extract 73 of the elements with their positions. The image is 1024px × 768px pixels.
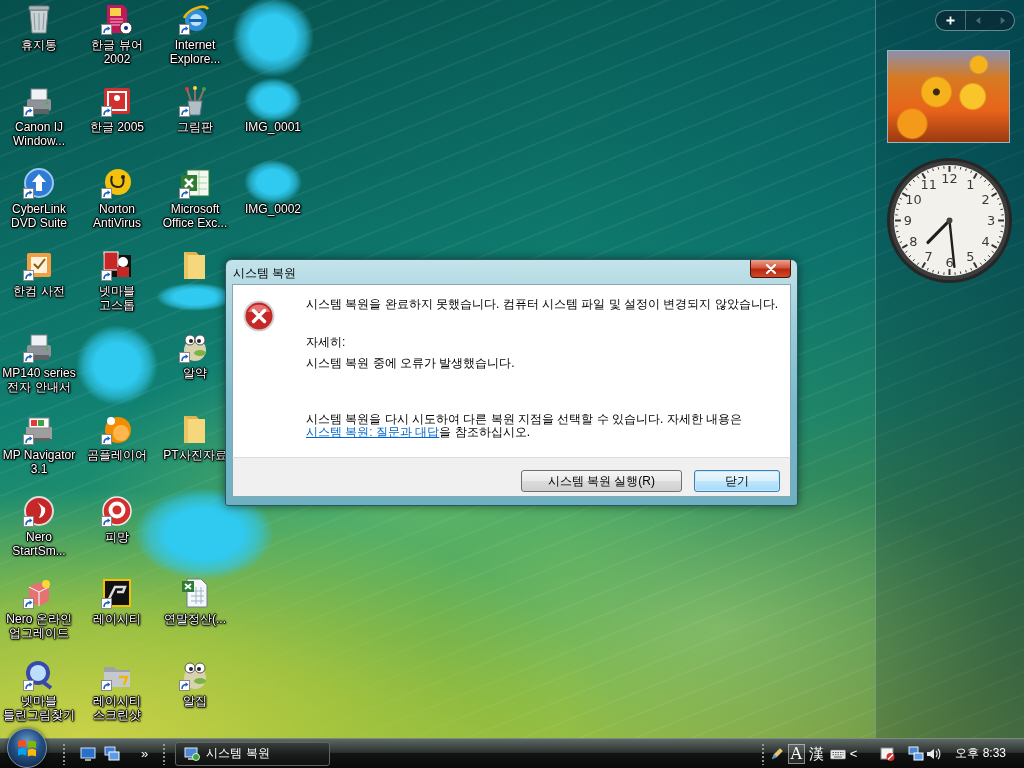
monitor-icon[interactable] bbox=[80, 745, 96, 762]
desktop-icon-label: IMG_0002 bbox=[244, 202, 301, 216]
start-button[interactable] bbox=[7, 728, 47, 768]
help-link[interactable]: 시스템 복원: 질문과 대답 bbox=[306, 425, 440, 439]
clock-numeral: 11 bbox=[920, 176, 937, 192]
left-triangle-icon bbox=[973, 16, 983, 25]
desktop-icon-label: 알약 bbox=[183, 366, 207, 380]
desktop-icon-label: 한글 뷰어 2002 bbox=[90, 38, 144, 66]
desktop-icon-label: 피망 bbox=[105, 530, 129, 544]
clock-numeral: 2 bbox=[981, 192, 990, 208]
clock-numeral: 1 bbox=[966, 176, 975, 192]
desktop-icon-label: 연말정산(... bbox=[164, 612, 226, 626]
desktop-icon-label: PT사진자료 bbox=[163, 448, 227, 462]
overflow-button[interactable]: » bbox=[139, 745, 151, 762]
dialog-button[interactable]: 닫기 bbox=[694, 470, 780, 492]
slash-tile-icon[interactable] bbox=[101, 577, 133, 609]
plus-icon bbox=[946, 16, 955, 25]
dialog-button[interactable]: 시스템 복원 실행(R) bbox=[520, 470, 682, 492]
spreadsheet-file-icon[interactable] bbox=[179, 577, 211, 609]
clock-numeral: 7 bbox=[924, 249, 933, 265]
clock-numeral: 4 bbox=[981, 233, 990, 249]
photo-placeholder[interactable] bbox=[887, 50, 1010, 143]
desktop-icon-label: 한글 2005 bbox=[90, 120, 144, 134]
error-message: 시스템 복원을 완료하지 못했습니다. 컴퓨터 시스템 파일 및 설정이 변경되지 않았습니다. bbox=[306, 297, 779, 311]
computer-icon bbox=[184, 745, 201, 762]
desktop-icon-label: Nero StartSm... bbox=[11, 530, 67, 558]
window-title: 시스템 복원 bbox=[232, 266, 297, 280]
clock-numeral: 5 bbox=[966, 249, 975, 265]
taskbar-button[interactable]: 시스템 복원 bbox=[175, 741, 331, 766]
close-icon bbox=[764, 263, 777, 274]
clock-numeral: 8 bbox=[909, 233, 918, 249]
hour-hand bbox=[926, 218, 952, 245]
desktop-icon-label: Internet Explore... bbox=[168, 38, 222, 66]
clock-numeral: 6 bbox=[945, 254, 954, 270]
info-text: 시스템 복원을 다시 시도하여 다른 복원 지점을 선택할 수 있습니다. 자세한 내용은 시스템 복원: 질문과 대답을 참조하십시오. bbox=[306, 413, 743, 439]
desktop-icon-label: 한컴 사전 bbox=[13, 284, 65, 298]
desktop-icon-label: IMG_0001 bbox=[244, 120, 301, 134]
details-label: 자세히: bbox=[306, 335, 347, 349]
desktop-icon-label: 곰플레이어 bbox=[87, 448, 147, 462]
flag-logo-icon bbox=[17, 738, 37, 758]
input-mode-button[interactable]: A bbox=[787, 743, 805, 764]
desktop-icon-label: Microsoft Office Exc... bbox=[161, 202, 229, 230]
taskbar-clock[interactable]: 오후 8:33 bbox=[955, 745, 1006, 762]
desktop-icon-label: 휴지통 bbox=[21, 38, 57, 52]
desktop-icon-label: MP140 series 전자 안내서 bbox=[2, 366, 76, 394]
desktop-icon-label: 레이시티 스크린샷 bbox=[92, 694, 142, 722]
desktop-icon-label: 그림판 bbox=[177, 120, 213, 134]
details-text: 시스템 복원 중에 오류가 발생했습니다. bbox=[306, 356, 516, 370]
desktop-icon-label: Canon IJ Window... bbox=[12, 120, 66, 148]
app-tile-icon[interactable] bbox=[101, 85, 133, 117]
toolbar-grip[interactable] bbox=[62, 742, 66, 765]
collapse-button[interactable]: < bbox=[848, 745, 859, 762]
spreadsheet-icon[interactable] bbox=[179, 167, 211, 199]
clock-numeral: 9 bbox=[903, 213, 912, 228]
minute-hand bbox=[946, 217, 956, 269]
clock-numeral: 12 bbox=[941, 171, 958, 187]
clock-numeral: 3 bbox=[987, 213, 996, 228]
hanja-button[interactable]: 漢 bbox=[806, 743, 826, 764]
desktop-icon-label: 알집 bbox=[183, 694, 207, 708]
blocked-window-icon[interactable] bbox=[880, 745, 897, 762]
close-button[interactable] bbox=[750, 260, 791, 278]
desktop-icon-label: Nero 온라인 업그레이드 bbox=[5, 612, 73, 640]
desktop-icon-label: MP Navigator 3.1 bbox=[2, 448, 76, 476]
desktop-icon-label: Norton AntiVirus bbox=[92, 202, 142, 230]
clock-numeral: 10 bbox=[905, 192, 922, 208]
stacked-windows-icon[interactable] bbox=[104, 745, 120, 762]
desktop-icon-label: 넷마블 틀린그림찾기 bbox=[2, 694, 76, 722]
desktop-icon-label: CyberLink DVD Suite bbox=[10, 202, 68, 230]
desktop-icon-label: 레이시티 bbox=[93, 612, 141, 626]
error-icon bbox=[243, 300, 275, 332]
pen-icon[interactable] bbox=[768, 745, 785, 762]
network-icon[interactable] bbox=[908, 745, 925, 762]
desktop-icon-label: 넷마블 고스톱 bbox=[98, 284, 136, 312]
